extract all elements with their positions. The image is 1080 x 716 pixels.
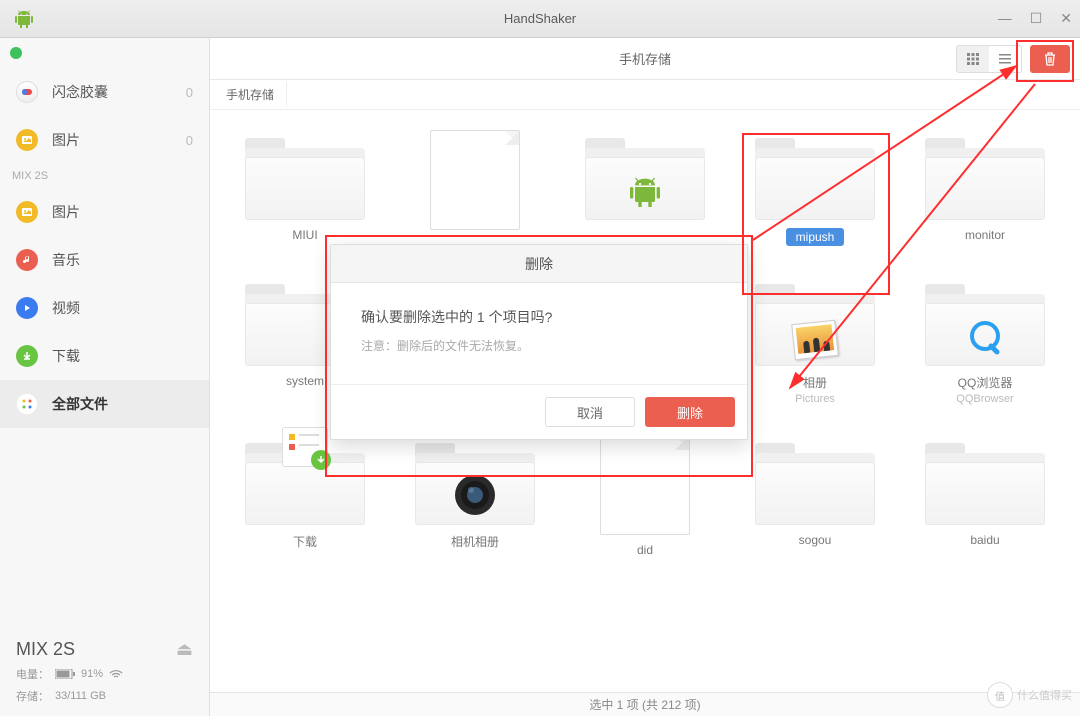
app-title: HandShaker bbox=[504, 11, 576, 26]
file-did[interactable]: did bbox=[565, 435, 725, 557]
grid-view-button[interactable] bbox=[957, 46, 989, 72]
sidebar-label: 全部文件 bbox=[52, 394, 108, 414]
sidebar-item-video[interactable]: 视频 bbox=[0, 284, 209, 332]
sidebar-section-label: MIX 2S bbox=[0, 164, 209, 188]
view-toggle bbox=[956, 45, 1022, 73]
watermark-icon: 值 bbox=[987, 682, 1013, 708]
folder-icon bbox=[755, 276, 875, 366]
breadcrumb-item[interactable]: 手机存储 bbox=[214, 82, 287, 107]
sidebar-item-music[interactable]: 音乐 bbox=[0, 236, 209, 284]
folder-icon bbox=[925, 435, 1045, 525]
sidebar-label: 图片 bbox=[52, 130, 80, 150]
sidebar-item-photos-cloud[interactable]: 图片 0 bbox=[0, 116, 209, 164]
folder-icon bbox=[925, 276, 1045, 366]
file-icon bbox=[600, 435, 690, 535]
titlebar: HandShaker — ☐ ✕ bbox=[0, 0, 1080, 38]
folder-monitor[interactable]: monitor bbox=[905, 130, 1065, 246]
watermark: 值 什么值得买 bbox=[987, 682, 1072, 708]
toolbar: 手机存储 bbox=[210, 38, 1080, 80]
music-icon bbox=[16, 249, 38, 271]
sidebar-footer: MIX 2S ⏏ 电量： 91% 存储： 33/111 GB bbox=[0, 627, 209, 716]
wifi-icon bbox=[109, 669, 123, 679]
sidebar-label: 视频 bbox=[52, 298, 80, 318]
sidebar-item-download[interactable]: 下载 bbox=[0, 332, 209, 380]
battery-icon bbox=[55, 669, 75, 679]
close-button[interactable]: ✕ bbox=[1060, 10, 1072, 27]
folder-icon bbox=[415, 435, 535, 525]
folder-icon bbox=[585, 130, 705, 220]
statusbar: 选中 1 项 (共 212 项) bbox=[210, 692, 1080, 716]
confirm-delete-button[interactable]: 删除 bbox=[645, 397, 735, 427]
lens-icon bbox=[453, 473, 497, 517]
sidebar-count: 0 bbox=[186, 133, 193, 148]
video-icon bbox=[16, 297, 38, 319]
delete-button[interactable] bbox=[1030, 45, 1070, 73]
sidebar-count: 0 bbox=[186, 85, 193, 100]
connection-status bbox=[0, 38, 209, 68]
folder-miui[interactable]: MIUI bbox=[225, 130, 385, 246]
device-name: MIX 2S ⏏ bbox=[16, 639, 193, 660]
photo-thumb-icon bbox=[791, 320, 839, 360]
folder-sogou[interactable]: sogou bbox=[735, 435, 895, 557]
folder-baidu[interactable]: baidu bbox=[905, 435, 1065, 557]
folder-icon bbox=[245, 435, 365, 525]
folder-qqbrowser[interactable]: QQ浏览器 QQBrowser bbox=[905, 276, 1065, 405]
dialog-note: 注意：删除后的文件无法恢复。 bbox=[361, 337, 717, 354]
dialog-message: 确认要删除选中的 1 个项目吗? bbox=[361, 307, 717, 327]
sidebar-label: 下载 bbox=[52, 346, 80, 366]
eject-icon[interactable]: ⏏ bbox=[176, 639, 193, 660]
sidebar-label: 闪念胶囊 bbox=[52, 82, 108, 102]
sidebar-label: 音乐 bbox=[52, 250, 80, 270]
folder-icon bbox=[245, 130, 365, 220]
photo-icon bbox=[16, 201, 38, 223]
file-icon bbox=[430, 130, 520, 230]
qq-icon bbox=[965, 318, 1005, 358]
folder-camera[interactable]: 相机相册 bbox=[395, 435, 555, 557]
folder-icon bbox=[925, 130, 1045, 220]
breadcrumb-bar: 手机存储 bbox=[210, 80, 1080, 110]
list-view-button[interactable] bbox=[989, 46, 1021, 72]
trash-icon bbox=[1043, 51, 1057, 67]
file-blank[interactable] bbox=[395, 130, 555, 246]
cancel-button[interactable]: 取消 bbox=[545, 397, 635, 427]
sidebar-label: 图片 bbox=[52, 202, 80, 222]
folder-icon bbox=[755, 435, 875, 525]
folder-mipush[interactable]: mipush bbox=[735, 130, 895, 246]
folder-gallery[interactable]: 相册 Pictures bbox=[735, 276, 895, 405]
folder-android[interactable] bbox=[565, 130, 725, 246]
android-icon bbox=[625, 172, 665, 212]
folder-downloads[interactable]: 下载 bbox=[225, 435, 385, 557]
storage-info: 存储： 33/111 GB bbox=[16, 688, 193, 704]
sidebar-item-capsule[interactable]: 闪念胶囊 0 bbox=[0, 68, 209, 116]
sidebar-item-photos[interactable]: 图片 bbox=[0, 188, 209, 236]
download-icon bbox=[16, 345, 38, 367]
minimize-button[interactable]: — bbox=[998, 10, 1012, 27]
status-dot-icon bbox=[10, 47, 22, 59]
files-icon bbox=[16, 393, 38, 415]
dialog-title: 删除 bbox=[331, 245, 747, 283]
sidebar: 闪念胶囊 0 图片 0 MIX 2S 图片 音乐 视频 bbox=[0, 38, 210, 716]
window-controls: — ☐ ✕ bbox=[998, 10, 1072, 27]
sidebar-item-allfiles[interactable]: 全部文件 bbox=[0, 380, 209, 428]
photo-icon bbox=[16, 129, 38, 151]
folder-icon bbox=[755, 130, 875, 220]
list-icon bbox=[998, 52, 1012, 66]
capsule-icon bbox=[16, 81, 38, 103]
delete-dialog: 删除 确认要删除选中的 1 个项目吗? 注意：删除后的文件无法恢复。 取消 删除 bbox=[330, 244, 748, 440]
grid-icon bbox=[966, 52, 980, 66]
download-overlay-icon bbox=[282, 427, 328, 467]
toolbar-title: 手机存储 bbox=[619, 49, 671, 68]
maximize-button[interactable]: ☐ bbox=[1030, 10, 1043, 27]
android-icon bbox=[12, 7, 36, 31]
battery-info: 电量： 91% bbox=[16, 666, 193, 682]
